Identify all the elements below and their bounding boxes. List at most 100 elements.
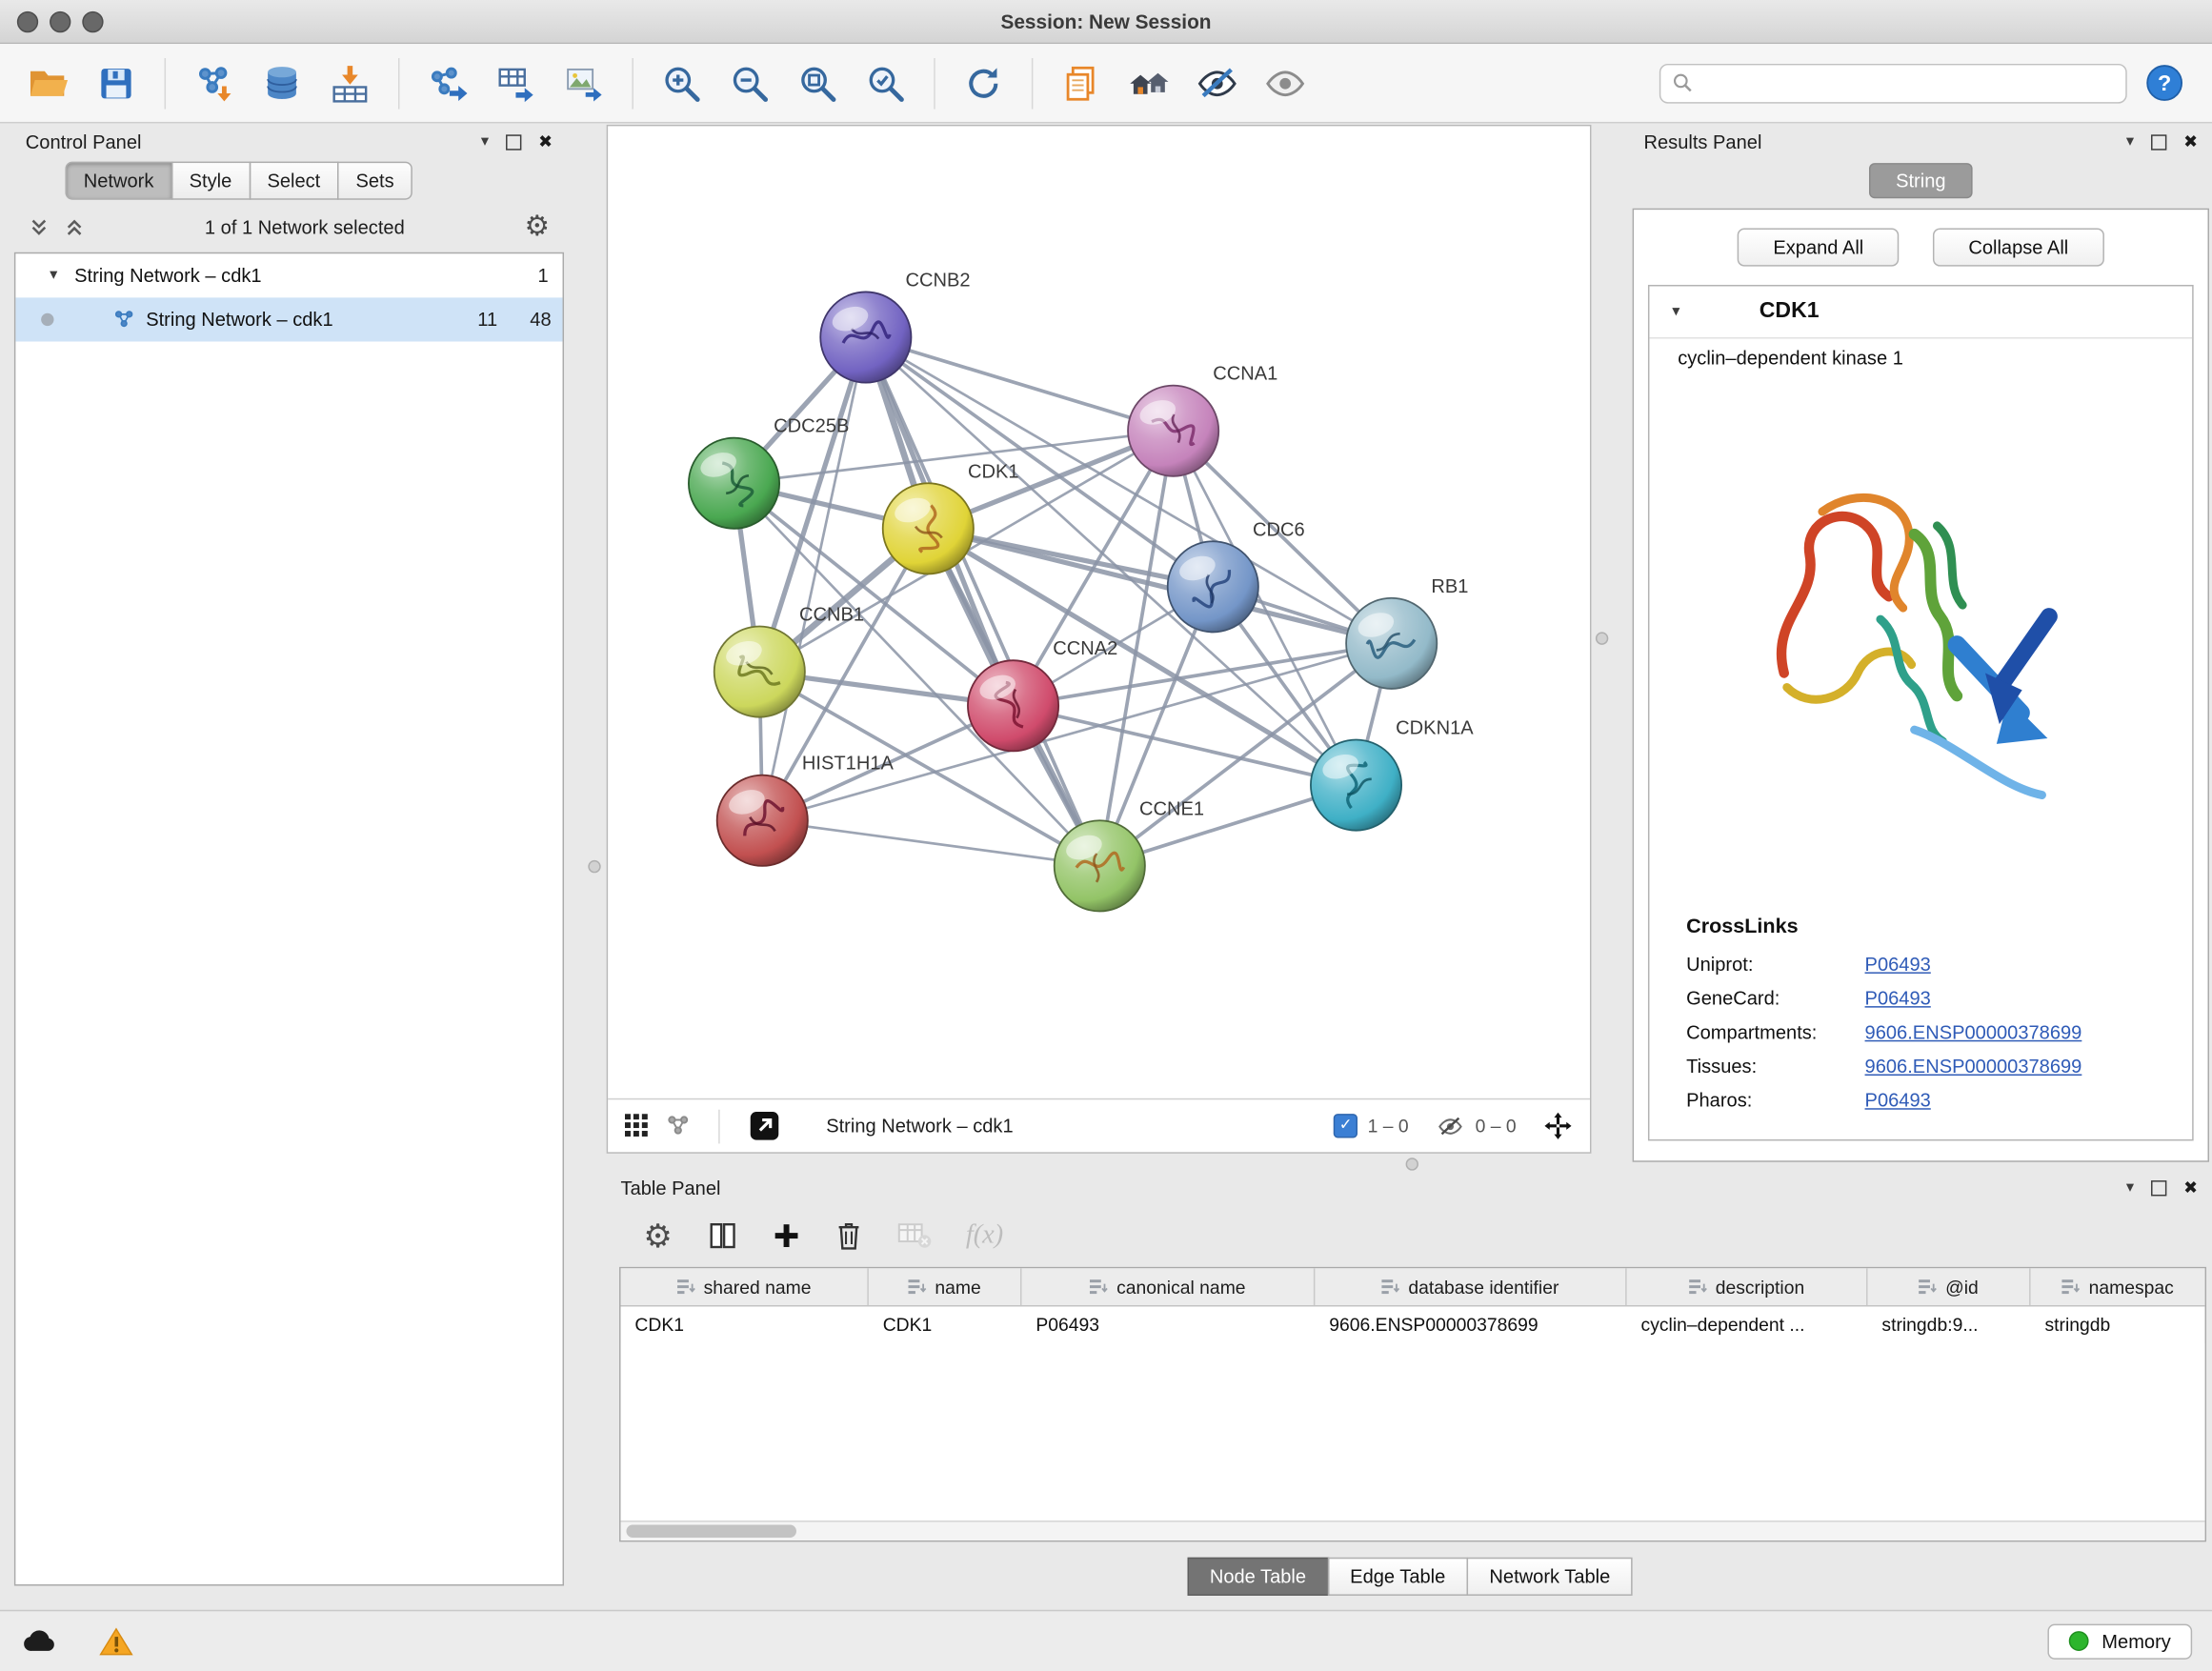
show-hide-panel-button[interactable] (1254, 51, 1316, 113)
import-table-button[interactable] (319, 51, 381, 113)
tree-caret-icon[interactable]: ▾ (50, 268, 57, 283)
panel-collapse-icon[interactable]: ▾ (2126, 134, 2134, 150)
crosslink-compartments-link[interactable]: 9606.ENSP00000378699 (1865, 1021, 2082, 1042)
table-cell[interactable]: 9606.ENSP00000378699 (1315, 1306, 1626, 1343)
network-node-HIST1H1A[interactable]: HIST1H1A (717, 754, 895, 866)
show-columns-button[interactable] (707, 1220, 738, 1252)
export-image-button[interactable] (553, 51, 614, 113)
grid-view-icon[interactable] (625, 1114, 649, 1137)
create-column-button[interactable] (772, 1221, 800, 1250)
hidden-eye-slash-icon[interactable] (1436, 1113, 1465, 1138)
save-session-button[interactable] (85, 51, 147, 113)
column-header-shared-name[interactable]: shared name (621, 1268, 869, 1305)
column-header-canonical-name[interactable]: canonical name (1021, 1268, 1315, 1305)
search-input[interactable] (1701, 70, 2114, 94)
tab-string[interactable]: String (1869, 163, 1973, 198)
column-header--id[interactable]: @id (1868, 1268, 2031, 1305)
tab-sets[interactable]: Sets (337, 162, 412, 200)
table-cell[interactable]: CDK1 (621, 1306, 869, 1343)
function-builder-button[interactable]: f(x) (966, 1220, 1003, 1252)
network-canvas[interactable]: CCNB2CCNA1CDC25BCDK1CDC6RB1CCNB1CCNA2CDK… (608, 126, 1590, 1097)
open-in-new-icon[interactable] (748, 1110, 780, 1142)
column-header-database-identifier[interactable]: database identifier (1315, 1268, 1626, 1305)
panel-close-icon[interactable]: ✖ (2183, 133, 2198, 151)
panel-collapse-icon[interactable]: ▾ (481, 134, 489, 150)
crosslink-uniprot-link[interactable]: P06493 (1865, 953, 1931, 974)
vertical-splitter-handle[interactable] (588, 860, 600, 873)
zoom-fit-button[interactable] (787, 51, 849, 113)
panel-float-icon[interactable] (2151, 134, 2166, 150)
table-row[interactable]: CDK1CDK1P064939606.ENSP00000378699cyclin… (621, 1306, 2205, 1343)
memory-button[interactable]: Memory (2048, 1623, 2192, 1659)
panel-close-icon[interactable]: ✖ (538, 133, 553, 151)
zoom-out-button[interactable] (718, 51, 780, 113)
tab-node-table[interactable]: Node Table (1187, 1558, 1329, 1596)
gene-card-caret-icon[interactable]: ▾ (1672, 304, 1679, 319)
tab-network[interactable]: Network (65, 162, 171, 200)
horizontal-splitter-handle[interactable] (1406, 1158, 1418, 1170)
search-icon (1672, 72, 1693, 93)
hide-selected-button[interactable] (1186, 51, 1248, 113)
selected-checkbox-icon[interactable]: ✓ (1334, 1114, 1357, 1137)
network-node-CCNB1[interactable]: CCNB1 (714, 605, 864, 717)
share-view-icon[interactable] (666, 1114, 690, 1137)
copy-button[interactable] (1050, 51, 1112, 113)
close-window-button[interactable] (17, 10, 38, 31)
expand-all-button[interactable]: Expand All (1738, 228, 1899, 266)
panel-close-icon[interactable]: ✖ (2183, 1179, 2198, 1197)
zoom-in-button[interactable] (651, 51, 713, 113)
table-cell[interactable]: stringdb:9... (1868, 1306, 2031, 1343)
expand-all-icon[interactable] (64, 216, 85, 237)
import-network-file-button[interactable] (183, 51, 245, 113)
vertical-splitter-handle[interactable] (1596, 632, 1608, 644)
open-session-button[interactable] (17, 51, 79, 113)
column-header-description[interactable]: description (1627, 1268, 1868, 1305)
refresh-button[interactable] (953, 51, 1015, 113)
crosslink-pharos-link[interactable]: P06493 (1865, 1089, 1931, 1110)
table-cell[interactable]: P06493 (1021, 1306, 1315, 1343)
table-settings-button[interactable]: ⚙ (643, 1219, 673, 1252)
minimize-window-button[interactable] (50, 10, 70, 31)
panel-float-icon[interactable] (2151, 1179, 2166, 1195)
network-row-selected[interactable]: String Network – cdk1 11 48 (15, 297, 562, 341)
column-header-namespac[interactable]: namespac (2031, 1268, 2205, 1305)
crosslinks-title: CrossLinks (1649, 916, 2192, 947)
table-cell[interactable]: CDK1 (869, 1306, 1022, 1343)
column-header-name[interactable]: name (869, 1268, 1022, 1305)
zoom-selected-button[interactable] (855, 51, 916, 113)
tab-network-table[interactable]: Network Table (1467, 1558, 1633, 1596)
delete-column-button[interactable] (835, 1220, 863, 1252)
gear-icon[interactable]: ⚙ (524, 212, 550, 241)
panel-collapse-icon[interactable]: ▾ (2126, 1179, 2134, 1195)
crosslink-genecard-link[interactable]: P06493 (1865, 987, 1931, 1008)
crosslink-tissues-link[interactable]: 9606.ENSP00000378699 (1865, 1055, 2082, 1076)
scrollbar-thumb[interactable] (626, 1525, 796, 1538)
warning-icon[interactable] (99, 1626, 133, 1656)
collapse-all-icon[interactable] (29, 216, 50, 237)
zoom-window-button[interactable] (82, 10, 103, 31)
network-node-CCNA1[interactable]: CCNA1 (1128, 364, 1277, 476)
network-collection-row[interactable]: ▾ String Network – cdk1 1 (15, 253, 562, 297)
delete-table-button[interactable] (896, 1221, 932, 1250)
tab-edge-table[interactable]: Edge Table (1327, 1558, 1468, 1596)
home-views-button[interactable] (1118, 51, 1180, 113)
export-table-button[interactable] (485, 51, 547, 113)
panel-float-icon[interactable] (506, 134, 521, 150)
network-node-CDK1[interactable]: CDK1 (883, 461, 1019, 574)
table-cell[interactable]: cyclin–dependent ... (1627, 1306, 1868, 1343)
table-cell[interactable]: stringdb (2031, 1306, 2205, 1343)
table-horizontal-scrollbar[interactable] (621, 1520, 2205, 1540)
collapse-all-button[interactable]: Collapse All (1933, 228, 2103, 266)
import-network-database-button[interactable] (251, 51, 312, 113)
help-button[interactable]: ? (2133, 51, 2195, 113)
export-network-button[interactable] (416, 51, 478, 113)
pan-crosshair-icon[interactable] (1543, 1111, 1573, 1140)
cloud-icon[interactable] (20, 1627, 60, 1656)
tab-style[interactable]: Style (171, 162, 250, 200)
tab-select[interactable]: Select (249, 162, 339, 200)
node-label-CDK1: CDK1 (968, 461, 1019, 482)
network-node-RB1[interactable]: RB1 (1346, 576, 1468, 689)
network-node-CDKN1A[interactable]: CDKN1A (1311, 718, 1474, 831)
network-node-CCNB2[interactable]: CCNB2 (820, 270, 970, 382)
search-field[interactable] (1659, 63, 2127, 103)
